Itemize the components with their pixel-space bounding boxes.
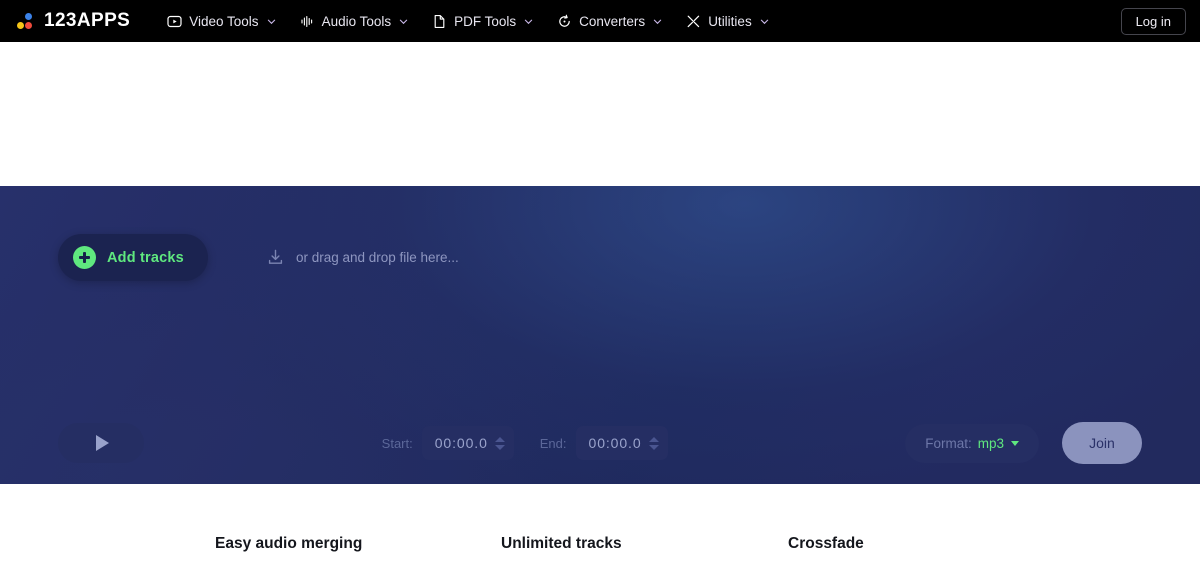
join-button[interactable]: Join [1061, 422, 1142, 464]
circular-arrow-icon [557, 14, 572, 29]
logo-dots [16, 12, 35, 31]
chevron-down-icon [760, 19, 768, 24]
feature-title-easy-audio-merging: Easy audio merging [215, 535, 363, 552]
chevron-down-icon[interactable] [648, 444, 659, 450]
chevron-down-icon [399, 19, 408, 24]
format-selector[interactable]: Format: mp3 [905, 423, 1039, 463]
blue-dot-icon [25, 12, 32, 20]
login-button[interactable]: Log in [1120, 8, 1186, 35]
nav-label-audio-tools: Audio Tools [321, 13, 392, 29]
brand-logo[interactable]: 123APPS [16, 10, 130, 32]
chevron-down-icon [267, 19, 275, 24]
nav-item-utilities[interactable]: Utilities [675, 7, 780, 36]
chevron-down-icon [524, 19, 533, 24]
nav-label-video-tools: Video Tools [189, 13, 259, 29]
player-control-bar: Start: 00:00.0 End: 00:00.0 Format: mp3 … [0, 422, 1200, 464]
yellow-dot-icon [17, 21, 24, 29]
nav-items: Video Tools Audio Tools PDF Tools Conver… [156, 7, 779, 36]
nav-label-pdf-tools: PDF Tools [454, 13, 517, 29]
end-time-label: End: [539, 435, 567, 451]
chevron-down-icon [653, 19, 662, 24]
output-actions-group: Format: mp3 Join [905, 422, 1142, 464]
add-tracks-button[interactable]: Add tracks [58, 234, 208, 281]
red-dot-icon [25, 21, 32, 29]
feature-title-crossfade: Crossfade [788, 535, 864, 552]
start-time-value: 00:00.0 [434, 435, 488, 451]
nav-item-audio-tools[interactable]: Audio Tools [289, 7, 420, 36]
audio-joiner-panel: Add tracks or drag and drop file here...… [0, 186, 1200, 484]
play-button[interactable] [58, 423, 144, 463]
nav-item-pdf-tools[interactable]: PDF Tools [421, 7, 544, 36]
start-time-label: Start: [381, 435, 413, 451]
add-tracks-label: Add tracks [107, 249, 184, 266]
audio-waveform-icon [300, 14, 315, 29]
features-section: Easy audio merging Unlimited tracks Cros… [0, 484, 1200, 564]
chevron-down-icon [1010, 440, 1019, 446]
document-page-icon [432, 14, 447, 29]
chevron-up-icon[interactable] [648, 436, 659, 442]
start-time-input[interactable]: 00:00.0 [421, 426, 514, 460]
time-range-group: Start: 00:00.0 End: 00:00.0 [382, 426, 668, 460]
download-arrow-icon [268, 249, 283, 264]
start-time-stepper[interactable] [494, 436, 505, 450]
end-time-value: 00:00.0 [588, 435, 642, 451]
top-navigation-bar: 123APPS Video Tools Audio Tools PDF Tool… [0, 0, 1200, 42]
format-value: mp3 [977, 435, 1004, 451]
end-time-field: End: 00:00.0 [540, 426, 668, 460]
nav-label-utilities: Utilities [708, 13, 752, 29]
tools-scissors-icon [686, 14, 701, 29]
video-play-icon [167, 14, 182, 29]
feature-title-unlimited-tracks: Unlimited tracks [501, 535, 622, 552]
nav-item-converters[interactable]: Converters [546, 7, 673, 36]
page-white-space [0, 42, 1200, 186]
drop-zone-row: Add tracks or drag and drop file here... [0, 234, 1200, 281]
nav-label-converters: Converters [579, 13, 646, 29]
chevron-up-icon[interactable] [494, 436, 505, 442]
chevron-down-icon[interactable] [494, 444, 505, 450]
drag-drop-hint[interactable]: or drag and drop file here... [266, 248, 459, 267]
start-time-field: Start: 00:00.0 [382, 426, 514, 460]
end-time-stepper[interactable] [648, 436, 659, 450]
brand-name: 123APPS [44, 10, 131, 31]
nav-item-video-tools[interactable]: Video Tools [156, 7, 286, 36]
format-label: Format: [925, 435, 972, 451]
play-triangle-icon [96, 435, 109, 451]
plus-circle-icon [73, 246, 96, 269]
end-time-input[interactable]: 00:00.0 [575, 426, 668, 460]
drag-hint-label: or drag and drop file here... [295, 250, 459, 265]
